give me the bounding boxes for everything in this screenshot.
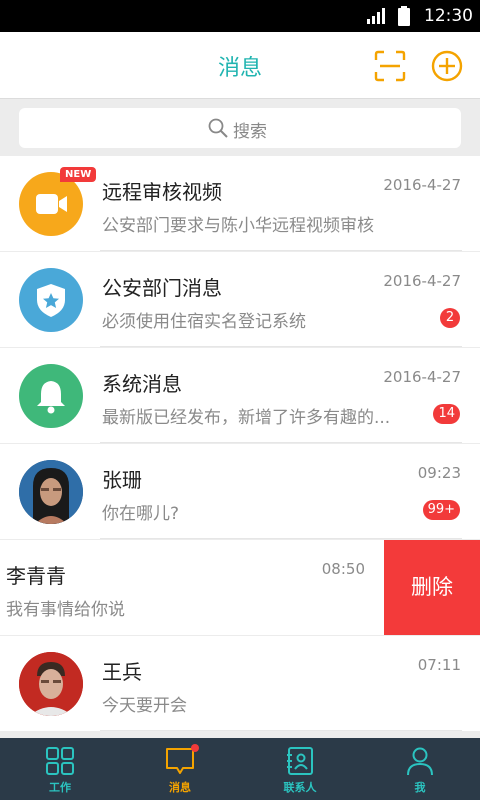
unread-badge: 14 [433,404,460,424]
conversation-time: 09:23 [417,464,461,482]
divider [100,346,462,347]
conversation-preview: 今天要开会 [102,696,187,716]
new-tag: NEW [60,167,97,182]
conversation-name: 李青青 [6,564,66,588]
bell-icon [37,381,65,414]
police-shield-icon [37,284,65,317]
unread-badge: 99+ [422,500,460,520]
scan-icon[interactable] [374,50,406,82]
conversation-preview: 公安部门要求与陈小华远程视频审核 [102,216,374,236]
battery-icon [398,6,410,26]
search-input[interactable]: 搜索 [19,108,461,148]
conversation-item[interactable]: 王兵 今天要开会 07:11 [0,636,480,731]
status-bar: 12:30 [0,0,480,32]
notification-dot [191,744,199,752]
conversation-item[interactable]: 系统消息 最新版已经发布，新增了许多有趣的... 2016-4-27 14 [0,348,480,443]
tab-contacts[interactable]: 联系人 [240,738,360,800]
search-area: 搜索 [0,99,480,156]
conversation-item[interactable]: NEW 远程审核视频 公安部门要求与陈小华远程视频审核 2016-4-27 [0,156,480,251]
page-title: 消息 [217,56,262,81]
conversation-item-swiped[interactable]: 李青青 我有事情给你说 08:50 删除 [0,540,480,635]
divider [100,538,462,539]
conversation-name: 远程审核视频 [102,180,222,204]
bottom-tab-bar: 工作 消息 联系人 我 [0,738,480,800]
tab-messages[interactable]: 消息 [120,738,240,800]
signal-icon [367,8,385,24]
person-icon [407,747,433,776]
user-photo [19,460,83,524]
tab-label: 我 [414,781,426,794]
user-photo [19,652,83,716]
tab-me[interactable]: 我 [360,738,480,800]
divider [100,250,462,251]
tab-label: 工作 [49,781,71,794]
tab-label: 消息 [169,781,191,794]
conversation-time: 08:50 [321,560,365,578]
user-avatar [19,460,83,524]
conversation-name: 张珊 [102,468,142,492]
conversation-item[interactable]: 公安部门消息 必须使用住宿实名登记系统 2016-4-27 2 [0,252,480,347]
conversation-time: 07:11 [417,656,461,674]
divider [100,730,462,731]
tab-work[interactable]: 工作 [0,738,120,800]
conversation-preview: 必须使用住宿实名登记系统 [102,312,306,332]
unread-badge: 2 [440,308,460,328]
conversation-item[interactable]: 张珊 你在哪儿? 09:23 99+ [0,444,480,539]
app-header: 消息 [0,32,480,99]
conversation-preview: 你在哪儿? [102,504,180,524]
message-icon [166,748,194,774]
conversation-time: 2016-4-27 [383,176,461,194]
delete-button[interactable]: 删除 [384,540,480,635]
status-time: 12:30 [424,6,473,26]
conversation-preview: 最新版已经发布，新增了许多有趣的... [102,408,391,428]
grid-icon [46,747,74,775]
divider [100,442,462,443]
tab-label: 联系人 [283,781,317,794]
search-placeholder: 搜索 [233,122,267,142]
conversation-preview: 我有事情给你说 [6,600,125,620]
add-icon[interactable] [431,50,463,82]
contacts-icon [287,747,313,775]
police-avatar [19,268,83,332]
conversation-name: 系统消息 [102,372,182,396]
user-avatar [19,652,83,716]
conversation-name: 王兵 [102,660,142,684]
search-icon [208,118,228,138]
conversation-name: 公安部门消息 [102,276,222,300]
system-avatar [19,364,83,428]
conversation-time: 2016-4-27 [383,272,461,290]
conversation-time: 2016-4-27 [383,368,461,386]
